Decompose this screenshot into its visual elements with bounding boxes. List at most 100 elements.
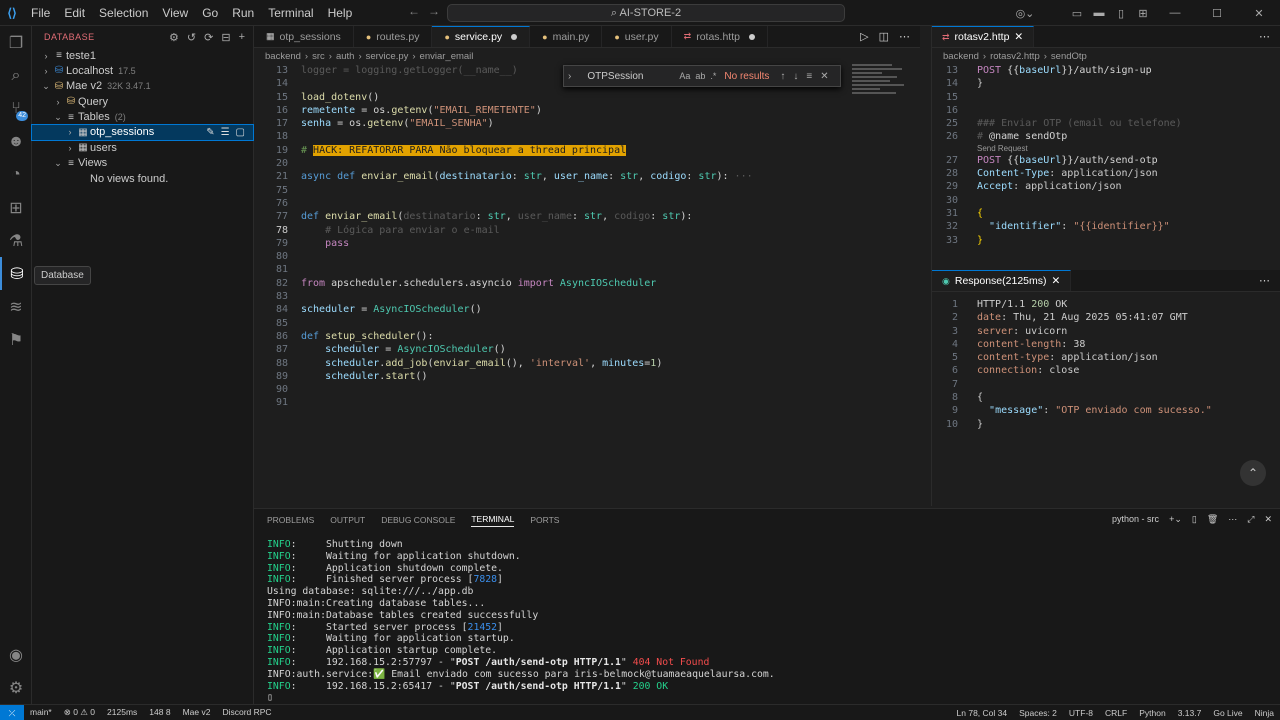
close-tab-icon[interactable]: ✕: [1052, 275, 1061, 287]
tree-item-teste1[interactable]: › ≡ teste1: [32, 48, 253, 63]
menu-file[interactable]: File: [24, 0, 57, 26]
terminal-output[interactable]: INFO: Shutting down INFO: Waiting for app…: [254, 539, 1280, 704]
unsaved-dot-icon[interactable]: [748, 33, 755, 40]
settings-icon[interactable]: ⚙: [169, 31, 179, 44]
status-item[interactable]: CRLF: [1099, 708, 1133, 718]
testing-icon[interactable]: ⚗: [0, 224, 32, 257]
maximize-panel-icon[interactable]: ⤢: [1247, 514, 1254, 525]
status-item[interactable]: Python: [1133, 708, 1171, 718]
status-item[interactable]: main*: [24, 707, 58, 718]
response-body[interactable]: 1 HTTP/1.1 200 OK 2 date: Thu, 21 Aug 2025 …: [932, 298, 1280, 431]
status-item[interactable]: 2125ms: [101, 707, 143, 718]
copilot-chat-icon[interactable]: ☻: [0, 125, 32, 158]
settings-gear-icon[interactable]: ⚙: [0, 671, 32, 704]
tree-item-otp-sessions[interactable]: › ▦ otp_sessions ✎ ☰ ▢: [31, 123, 254, 141]
refresh-icon[interactable]: ⟳: [204, 31, 213, 44]
menu-view[interactable]: View: [155, 0, 195, 26]
tree-item-mae-v2[interactable]: ⌄ ⛁ Mae v2 32K 3.47.1: [32, 79, 253, 94]
find-in-selection-icon[interactable]: ≡: [806, 71, 812, 82]
split-editor-icon[interactable]: ◫: [879, 30, 889, 43]
more-actions-icon[interactable]: ⋯: [899, 30, 910, 43]
find-input[interactable]: OTPSession: [571, 71, 679, 82]
menu-edit[interactable]: Edit: [57, 0, 92, 26]
layout-icon[interactable]: ⊞: [1132, 7, 1154, 20]
minimap[interactable]: [852, 64, 912, 124]
copilot-icon[interactable]: ◎⌄: [1014, 7, 1036, 20]
layers-icon[interactable]: ≋: [0, 290, 32, 323]
open-icon[interactable]: ▢: [236, 127, 245, 138]
toggle-secondary-sidebar-icon[interactable]: ▯: [1110, 7, 1132, 20]
run-icon[interactable]: ▷: [860, 30, 868, 43]
status-item[interactable]: ⊗ 0 ⚠ 0: [58, 707, 101, 718]
database-icon[interactable]: ⛁: [0, 257, 32, 290]
panel-tab-terminal[interactable]: TERMINAL: [471, 514, 515, 527]
more-icon[interactable]: ⋯: [1228, 514, 1237, 525]
tab-service-py[interactable]: ● service.py: [432, 26, 531, 47]
menu-run[interactable]: Run: [225, 0, 261, 26]
command-center-search[interactable]: ⌕ AI-STORE-2: [447, 4, 845, 22]
tab-response[interactable]: ◉ Response(2125ms) ✕: [932, 270, 1072, 291]
panel-tab-debug-console[interactable]: DEBUG CONSOLE: [381, 515, 455, 525]
search-icon[interactable]: ⌕: [0, 59, 32, 92]
maximize-button[interactable]: ☐: [1196, 7, 1238, 20]
regex-icon[interactable]: .*: [710, 71, 716, 81]
edit-icon[interactable]: ✎: [206, 127, 214, 138]
code-editor-rotasv2-http[interactable]: 13 POST {{baseUrl}}/auth/sign-up 14} 15 16 25…: [932, 64, 1280, 247]
panel-tab-output[interactable]: OUTPUT: [330, 515, 365, 525]
toggle-panel-icon[interactable]: ▬: [1088, 7, 1110, 19]
tab-rotasv2-http[interactable]: ⇄ rotasv2.http ✕: [932, 26, 1035, 47]
explorer-icon[interactable]: ❐: [0, 26, 32, 59]
match-case-icon[interactable]: Aa: [679, 71, 690, 81]
kill-terminal-icon[interactable]: 🗑: [1207, 514, 1218, 525]
code-editor-service-py[interactable]: 13 logger = logging.getLogger(__name__) 14…: [254, 64, 920, 410]
status-item[interactable]: Discord RPC: [216, 707, 277, 718]
tree-item-query[interactable]: › ⛁ Query: [32, 94, 253, 109]
status-item[interactable]: UTF-8: [1063, 708, 1099, 718]
status-item[interactable]: Go Live: [1207, 708, 1248, 718]
list-icon[interactable]: ☰: [221, 127, 230, 138]
new-terminal-icon[interactable]: +⌄: [1169, 514, 1182, 525]
more-actions-icon[interactable]: ⋯: [1259, 274, 1270, 287]
terminal-shell-label[interactable]: python - src: [1112, 514, 1159, 525]
tree-item-no-views-found-[interactable]: No views found.: [32, 171, 253, 186]
status-item[interactable]: Ninja: [1249, 708, 1280, 718]
source-control-icon[interactable]: ⑂ 42: [0, 92, 32, 125]
previous-match-icon[interactable]: ↑: [780, 71, 785, 82]
tree-item-localhost[interactable]: › ⛁ Localhost 17.5: [32, 63, 253, 78]
status-item[interactable]: Ln 78, Col 34: [951, 708, 1014, 718]
add-connection-icon[interactable]: +: [239, 31, 245, 44]
tree-item-tables[interactable]: ⌄ ≡ Tables (2): [32, 110, 253, 125]
tab-main-py[interactable]: ● main.py: [530, 26, 603, 47]
unsaved-dot-icon[interactable]: [511, 34, 518, 40]
split-terminal-icon[interactable]: ▯: [1192, 514, 1197, 525]
tree-item-views[interactable]: ⌄ ≡ Views: [32, 156, 253, 171]
remote-explorer-icon[interactable]: ◔: [0, 158, 32, 191]
tree-item-users[interactable]: › ▦ users: [32, 140, 253, 155]
breadcrumb-item[interactable]: service.py: [366, 51, 409, 62]
remote-indicator-icon[interactable]: ⤫: [0, 704, 24, 720]
breadcrumb-item[interactable]: backend: [265, 51, 301, 62]
tab-user-py[interactable]: ● user.py: [602, 26, 672, 47]
close-panel-icon[interactable]: ✕: [1264, 514, 1272, 525]
breadcrumb-item[interactable]: auth: [336, 51, 355, 62]
breadcrumb-item[interactable]: sendOtp: [1051, 51, 1087, 62]
close-find-icon[interactable]: ✕: [820, 71, 828, 82]
account-icon[interactable]: ◉: [0, 638, 32, 671]
more-actions-icon[interactable]: ⋯: [1259, 30, 1270, 43]
tab-rotas-http[interactable]: ⇄ rotas.http: [672, 26, 768, 47]
status-item[interactable]: 148 8: [143, 707, 176, 718]
menu-help[interactable]: Help: [321, 0, 360, 26]
status-item[interactable]: Spaces: 2: [1013, 708, 1063, 718]
menu-terminal[interactable]: Terminal: [261, 0, 320, 26]
status-item[interactable]: 3.13.7: [1172, 708, 1208, 718]
menu-go[interactable]: Go: [195, 0, 225, 26]
menu-selection[interactable]: Selection: [92, 0, 155, 26]
expand-replace-icon[interactable]: ›: [564, 71, 571, 82]
back-arrow-icon[interactable]: ←: [408, 4, 420, 18]
panel-tab-ports[interactable]: PORTS: [530, 515, 559, 525]
tab-otp-sessions[interactable]: ▦ otp_sessions: [254, 26, 354, 47]
bookmark-icon[interactable]: ⚑: [0, 323, 32, 356]
breadcrumb-item[interactable]: src: [312, 51, 325, 62]
whole-word-icon[interactable]: ab: [695, 71, 705, 81]
breadcrumb-item[interactable]: backend: [943, 51, 979, 62]
